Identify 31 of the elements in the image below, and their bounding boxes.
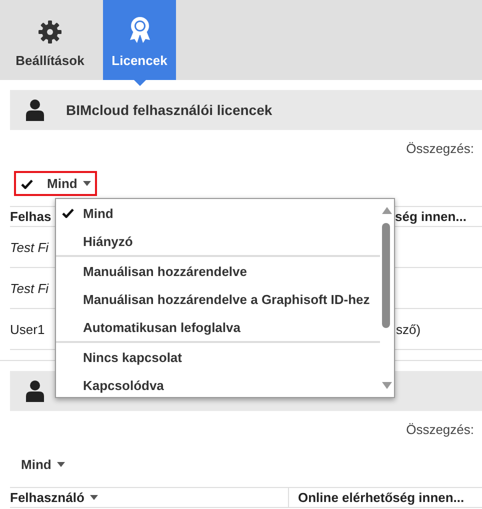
menu-item[interactable]: Automatikusan lefoglalva [56, 313, 380, 341]
ribbon-icon [128, 16, 152, 44]
caret-icon [57, 462, 66, 467]
scroll-down-icon[interactable] [382, 382, 392, 389]
scroll-up-icon[interactable] [382, 207, 392, 214]
user-icon [26, 380, 44, 402]
menu-item[interactable]: Manuálisan hozzárendelve a Graphisoft ID-hez [56, 285, 380, 313]
table-cell: sző) [396, 322, 421, 336]
section-title: BIMcloud felhasználói licencek [66, 102, 272, 118]
menu-item[interactable]: Mind [56, 199, 380, 227]
tab[interactable]: Beállítások [0, 0, 100, 80]
check-icon [62, 208, 74, 218]
menu-item[interactable]: Hiányzó [56, 227, 380, 255]
caret-icon [83, 181, 92, 186]
caret-icon [90, 495, 98, 500]
menu-item[interactable]: Nincs kapcsolat [56, 343, 380, 371]
user-name: Test Fi [10, 240, 49, 254]
column-header[interactable]: Online elérhetőség innen... [288, 488, 482, 507]
filter-dropdown[interactable]: Mind [14, 171, 98, 196]
scroll-thumb[interactable] [382, 223, 390, 328]
filter-dropdown[interactable]: Mind [14, 452, 72, 477]
column-header[interactable]: Felhasználó [10, 488, 288, 507]
summary-label: Összegzés: [406, 422, 474, 437]
check-icon [21, 178, 33, 188]
user-name: Test Fi [10, 280, 49, 296]
user-icon [26, 99, 44, 121]
gear-icon [38, 20, 62, 44]
user-name: User1 [10, 322, 45, 336]
menu-item[interactable]: Manuálisan hozzárendelve [56, 257, 380, 285]
summary-label: Összegzés: [406, 141, 474, 156]
menu-item[interactable]: Kapcsolódva [56, 371, 380, 399]
